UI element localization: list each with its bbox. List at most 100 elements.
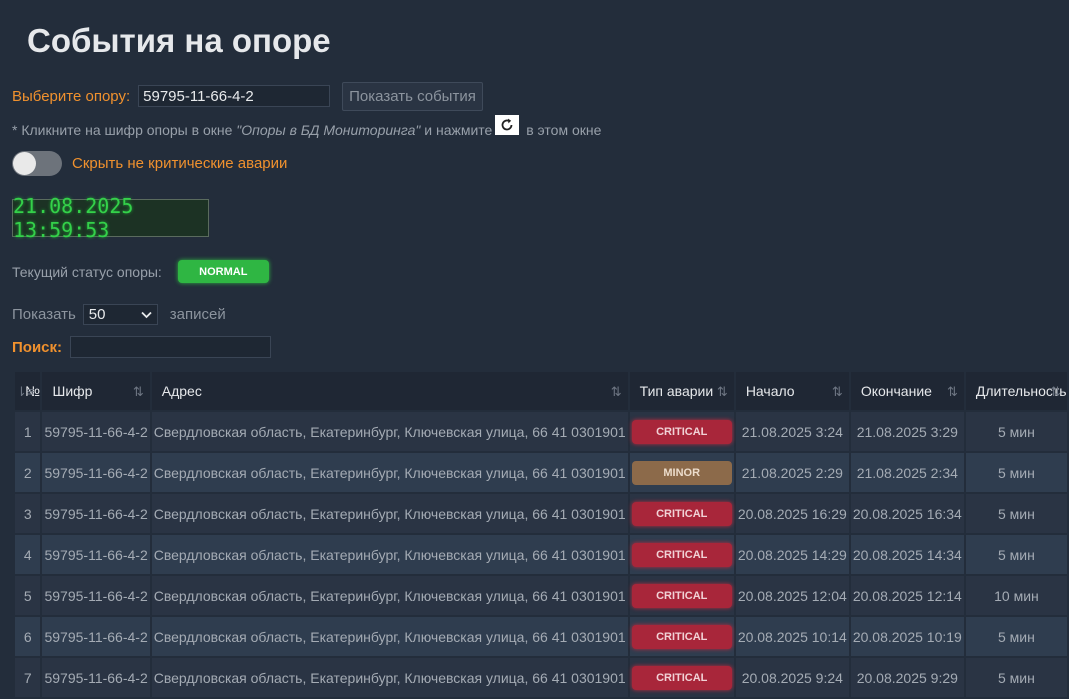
cell-duration: 10 мин	[965, 576, 1067, 615]
status-badge: NORMAL	[177, 260, 269, 283]
table-row[interactable]: 2 59795-11-66-4-2 Свердловская область, …	[15, 453, 1067, 492]
column-header-label: Адрес	[161, 383, 202, 399]
cell-end: 20.08.2025 12:14	[850, 576, 964, 615]
cell-alarm-type: CRITICAL	[629, 535, 734, 574]
table-row[interactable]: 1 59795-11-66-4-2 Свердловская область, …	[15, 412, 1067, 451]
cell-start: 20.08.2025 12:04	[735, 576, 849, 615]
cell-end: 20.08.2025 14:34	[850, 535, 964, 574]
cell-duration: 5 мин	[965, 453, 1067, 492]
cell-alarm-type: CRITICAL	[629, 412, 734, 451]
cell-code: 59795-11-66-4-2	[42, 494, 150, 533]
table-row[interactable]: 6 59795-11-66-4-2 Свердловская область, …	[15, 617, 1067, 656]
column-header-label: Начало	[745, 383, 795, 399]
cell-code: 59795-11-66-4-2	[42, 535, 150, 574]
column-header-end[interactable]: Окончание ⇅	[850, 372, 964, 410]
hide-noncritical-toggle[interactable]	[12, 151, 62, 176]
cell-end: 21.08.2025 2:34	[850, 453, 964, 492]
cell-address: Свердловская область, Екатеринбург, Ключ…	[151, 617, 628, 656]
toggle-knob	[13, 152, 36, 175]
column-header-label: Тип аварии	[639, 383, 714, 399]
status-label: Текущий статус опоры:	[12, 263, 162, 280]
sort-icon: ⇅	[610, 384, 622, 399]
cell-duration: 5 мин	[965, 617, 1067, 656]
table-row[interactable]: 7 59795-11-66-4-2 Свердловская область, …	[15, 658, 1067, 697]
digital-clock: 21.08.2025 13:59:53	[12, 194, 209, 242]
cell-duration: 5 мин	[965, 494, 1067, 533]
search-label: Поиск:	[12, 338, 63, 356]
column-header-label: Окончание	[860, 383, 932, 399]
table-row[interactable]: 3 59795-11-66-4-2 Свердловская область, …	[15, 494, 1067, 533]
alarm-badge: CRITICAL	[631, 542, 732, 567]
column-header-label: Шифр	[52, 383, 93, 399]
cell-alarm-type: MINOR	[629, 453, 734, 492]
cell-alarm-type: CRITICAL	[629, 576, 734, 615]
alarm-badge: CRITICAL	[631, 665, 732, 690]
show-label: Показать	[12, 306, 76, 323]
cell-code: 59795-11-66-4-2	[42, 412, 150, 451]
cell-address: Свердловская область, Екатеринбург, Ключ…	[151, 535, 628, 574]
status-row: Текущий статус опоры: NORMAL	[12, 260, 269, 283]
sort-icon: ⇅	[831, 384, 843, 399]
hint-suffix: в этом окне	[522, 122, 602, 138]
hide-noncritical-row: Скрыть не критические аварии	[12, 151, 287, 176]
chevron-down-icon	[141, 311, 152, 318]
support-input[interactable]	[138, 85, 331, 107]
sort-desc-icon: ⇂≡	[16, 384, 35, 399]
cell-alarm-type: CRITICAL	[629, 617, 734, 656]
cell-number: 5	[15, 576, 41, 615]
cell-duration: 5 мин	[965, 412, 1067, 451]
cell-code: 59795-11-66-4-2	[42, 617, 150, 656]
cell-number: 1	[15, 412, 41, 451]
alarm-badge: MINOR	[631, 460, 732, 485]
events-table: № ⇂≡ Шифр ⇅ Адрес ⇅ Тип аварии ⇅ Начало ⇅ Око…	[13, 370, 1069, 699]
cell-duration: 5 мин	[965, 535, 1067, 574]
support-select-row: Выберите опору: Показать события	[12, 81, 483, 111]
cell-end: 21.08.2025 3:29	[850, 412, 964, 451]
cell-end: 20.08.2025 16:34	[850, 494, 964, 533]
show-events-button[interactable]: Показать события	[342, 81, 483, 111]
cell-address: Свердловская область, Екатеринбург, Ключ…	[151, 658, 628, 697]
cell-start: 20.08.2025 16:29	[735, 494, 849, 533]
sort-icon: ⇅	[132, 384, 144, 399]
cell-start: 20.08.2025 10:14	[735, 617, 849, 656]
hint-window-name: "Опоры в БД Мониторинга"	[236, 122, 421, 138]
cell-end: 20.08.2025 10:19	[850, 617, 964, 656]
cell-start: 21.08.2025 3:24	[735, 412, 849, 451]
table-header-row: № ⇂≡ Шифр ⇅ Адрес ⇅ Тип аварии ⇅ Начало ⇅ Око…	[15, 372, 1067, 410]
column-header-duration[interactable]: Длительность ⇅	[965, 372, 1067, 410]
cell-address: Свердловская область, Екатеринбург, Ключ…	[151, 453, 628, 492]
cell-code: 59795-11-66-4-2	[42, 576, 150, 615]
cell-number: 2	[15, 453, 41, 492]
alarm-badge: CRITICAL	[631, 419, 732, 444]
page-size-value: 50	[88, 306, 106, 323]
hint-prefix: * Кликните на шифр опоры в окне	[12, 122, 237, 138]
cell-code: 59795-11-66-4-2	[42, 453, 150, 492]
records-label: записей	[169, 306, 226, 323]
alarm-badge: CRITICAL	[631, 624, 732, 649]
refresh-icon[interactable]	[495, 115, 520, 135]
table-row[interactable]: 5 59795-11-66-4-2 Свердловская область, …	[15, 576, 1067, 615]
cell-number: 7	[15, 658, 41, 697]
table-row[interactable]: 4 59795-11-66-4-2 Свердловская область, …	[15, 535, 1067, 574]
support-label: Выберите опору:	[12, 87, 131, 105]
alarm-badge: CRITICAL	[631, 501, 732, 526]
hint-middle: и нажмите	[420, 122, 493, 138]
cell-number: 6	[15, 617, 41, 656]
column-header-number[interactable]: № ⇂≡	[15, 372, 41, 410]
sort-icon: ⇅	[946, 384, 958, 399]
search-input[interactable]	[70, 336, 272, 358]
cell-address: Свердловская область, Екатеринбург, Ключ…	[151, 576, 628, 615]
sort-icon: ⇅	[1050, 384, 1061, 399]
page-size-select[interactable]: 50	[82, 304, 158, 325]
column-header-alarm-type[interactable]: Тип аварии ⇅	[629, 372, 734, 410]
cell-address: Свердловская область, Екатеринбург, Ключ…	[151, 494, 628, 533]
cell-start: 20.08.2025 9:24	[735, 658, 849, 697]
cell-code: 59795-11-66-4-2	[42, 658, 150, 697]
cell-alarm-type: CRITICAL	[629, 494, 734, 533]
column-header-address[interactable]: Адрес ⇅	[151, 372, 628, 410]
column-header-start[interactable]: Начало ⇅	[735, 372, 849, 410]
column-header-code[interactable]: Шифр ⇅	[42, 372, 150, 410]
cell-number: 4	[15, 535, 41, 574]
alarm-badge: CRITICAL	[631, 583, 732, 608]
hint-text: * Кликните на шифр опоры в окне "Опоры в…	[12, 115, 602, 140]
